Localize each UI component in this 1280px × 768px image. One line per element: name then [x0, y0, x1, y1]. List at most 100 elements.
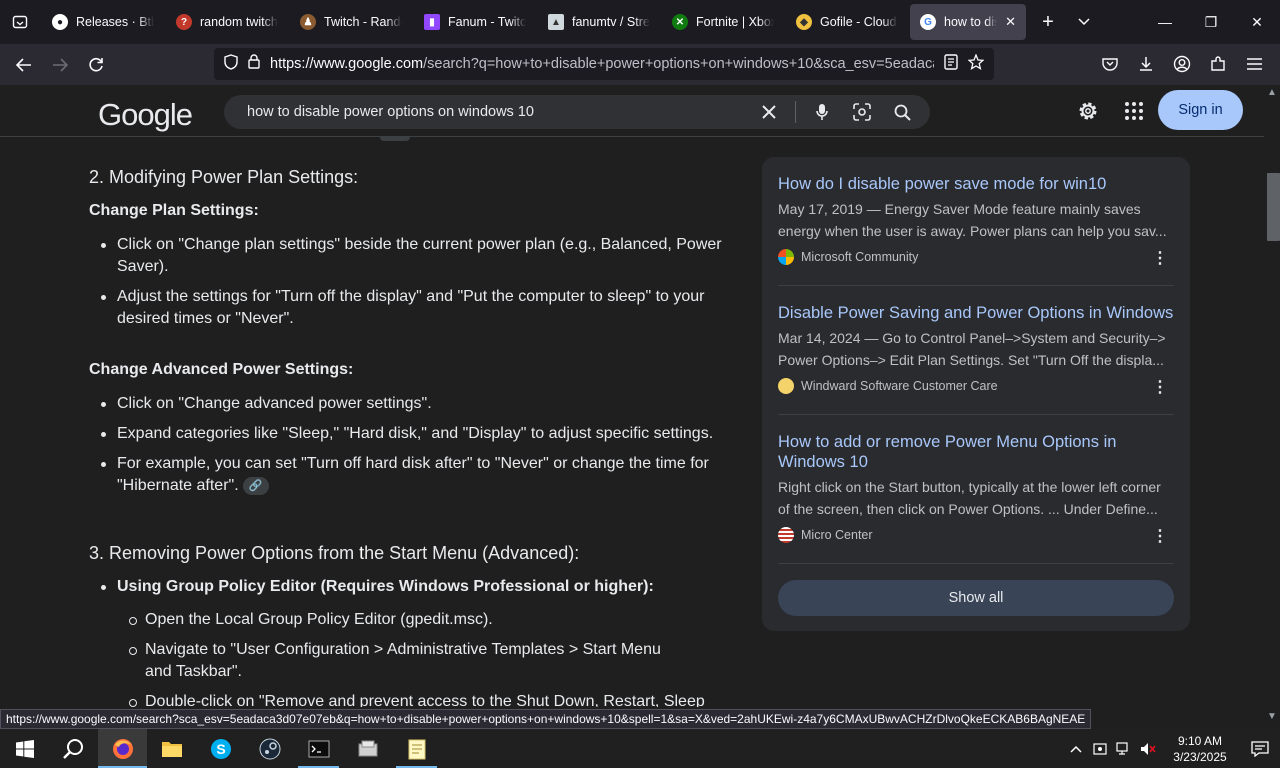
firefox-taskbar-icon[interactable] [98, 729, 147, 768]
minimize-icon[interactable]: — [1142, 0, 1188, 44]
clock-date: 3/23/2025 [1173, 749, 1227, 764]
divider [778, 563, 1174, 564]
github-icon: ● [52, 14, 68, 30]
link-icon[interactable]: 🔗 [242, 476, 269, 495]
address-bar[interactable]: https://www.google.com/search?q=how+to+d… [214, 48, 994, 80]
more-options-icon[interactable]: ⋮ [1152, 248, 1168, 268]
reload-button[interactable] [78, 49, 114, 81]
restore-icon[interactable]: ❐ [1188, 0, 1234, 44]
terminal-icon[interactable] [294, 729, 343, 768]
list-item: Click on "Change plan settings" beside t… [99, 234, 723, 278]
source-title[interactable]: How to add or remove Power Menu Options … [778, 432, 1174, 472]
source-card[interactable]: How do I disable power save mode for win… [778, 174, 1174, 268]
search-submit-icon[interactable] [882, 95, 922, 129]
source-chip-partial[interactable] [380, 137, 410, 141]
forward-button[interactable] [42, 49, 78, 81]
url-text[interactable]: https://www.google.com/search?q=how+to+d… [270, 56, 934, 72]
page-scrollbar[interactable]: ▲ ▼ [1264, 85, 1280, 722]
new-tab-button[interactable]: + [1030, 4, 1066, 40]
nav-bar: https://www.google.com/search?q=how+to+d… [0, 44, 1280, 85]
source-snippet: May 17, 2019 — Energy Saver Mode feature… [778, 201, 1141, 217]
source-site-name: Windward Software Customer Care [801, 379, 998, 393]
plan-settings-list: Click on "Change plan settings" beside t… [99, 234, 723, 338]
search-input[interactable] [247, 104, 747, 120]
xbox-icon: ✕ [672, 14, 688, 30]
app-installer-icon[interactable] [343, 729, 392, 768]
source-site[interactable]: Windward Software Customer Care ⋮ [778, 375, 1174, 397]
notifications-icon[interactable] [1240, 729, 1280, 768]
menu-hamburger-icon[interactable] [1236, 48, 1272, 80]
network-icon[interactable] [1112, 729, 1136, 768]
sign-in-button[interactable]: Sign in [1158, 90, 1243, 130]
meet-now-icon[interactable] [1088, 729, 1112, 768]
skype-icon[interactable]: S [196, 729, 245, 768]
more-options-icon[interactable]: ⋮ [1152, 377, 1168, 397]
source-card[interactable]: How to add or remove Power Menu Options … [778, 432, 1174, 546]
settings-gear-icon[interactable] [1074, 97, 1102, 125]
twitch-icon: ▮ [424, 14, 440, 30]
show-hidden-icons-icon[interactable] [1064, 729, 1088, 768]
search-box [224, 95, 930, 129]
pocket-icon[interactable] [1092, 48, 1128, 80]
scroll-up-icon[interactable]: ▲ [1267, 87, 1277, 98]
google-logo[interactable]: Google [98, 97, 193, 133]
tab-twitch-random[interactable]: ♟ Twitch - Rando [290, 4, 412, 40]
scrollbar-thumb[interactable] [1267, 173, 1280, 241]
start-button[interactable] [0, 729, 49, 768]
scroll-down-icon[interactable]: ▼ [1267, 711, 1277, 722]
shield-icon[interactable] [224, 53, 238, 75]
reader-view-icon[interactable] [944, 53, 958, 75]
source-site[interactable]: Micro Center ⋮ [778, 524, 1174, 546]
list-item: For example, you can set "Turn off hard … [99, 453, 723, 497]
tab-fanum-twitch[interactable]: ▮ Fanum - Twitch [414, 4, 536, 40]
source-snippet: energy when the user is away. Power plan… [778, 223, 1167, 239]
steam-icon[interactable] [245, 729, 294, 768]
source-title[interactable]: Disable Power Saving and Power Options i… [778, 303, 1174, 323]
svg-text:S: S [216, 741, 225, 757]
account-icon[interactable] [1164, 48, 1200, 80]
voice-search-icon[interactable] [802, 95, 842, 129]
close-window-icon[interactable]: ✕ [1234, 0, 1280, 44]
more-options-icon[interactable]: ⋮ [1152, 526, 1168, 546]
tab-fanumtv-stream[interactable]: ▲ fanumtv / Stre [538, 4, 660, 40]
bookmark-star-icon[interactable] [967, 52, 985, 75]
source-snippet: Mar 14, 2024 — Go to Control Panel–>Syst… [778, 330, 1166, 346]
file-explorer-icon[interactable] [147, 729, 196, 768]
google-apps-icon[interactable] [1120, 97, 1148, 125]
tab-random-twitch[interactable]: ? random twitch [166, 4, 288, 40]
url-host: https://www.google.com [270, 56, 424, 72]
downloads-icon[interactable] [1128, 48, 1164, 80]
list-item-text: Expand categories like "Sleep," "Hard di… [117, 425, 714, 442]
tab-releases[interactable]: ● Releases · BtbN [42, 4, 164, 40]
search-taskbar-icon[interactable] [49, 729, 98, 768]
random-site-icon: ? [176, 14, 192, 30]
heading-advanced-settings: Change Advanced Power Settings: [89, 361, 354, 378]
close-tab-icon[interactable]: ✕ [1005, 14, 1016, 30]
source-site[interactable]: Microsoft Community ⋮ [778, 246, 1174, 268]
tab-overview-icon[interactable] [0, 0, 40, 44]
show-all-button[interactable]: Show all [778, 580, 1174, 616]
back-button[interactable] [6, 49, 42, 81]
source-title[interactable]: How do I disable power save mode for win… [778, 174, 1174, 194]
extensions-icon[interactable] [1200, 48, 1236, 80]
list-item: Using Group Policy Editor (Requires Wind… [99, 576, 723, 598]
system-tray: 9:10 AM 3/23/2025 [1064, 729, 1280, 768]
clear-search-icon[interactable] [749, 95, 789, 129]
volume-muted-icon[interactable] [1136, 729, 1160, 768]
list-item-text: Using Group Policy Editor (Requires Wind… [117, 578, 654, 595]
system-clock[interactable]: 9:10 AM 3/23/2025 [1160, 733, 1240, 765]
tab-active-google[interactable]: G how to disable ✕ [910, 4, 1026, 40]
source-snippet: Power Options–> Edit Plan Settings. Set … [778, 352, 1164, 368]
divider [778, 414, 1174, 415]
source-site-name: Micro Center [801, 528, 873, 542]
group-policy-list: Using Group Policy Editor (Requires Wind… [99, 576, 723, 606]
source-card[interactable]: Disable Power Saving and Power Options i… [778, 303, 1174, 397]
tab-gofile[interactable]: ◆ Gofile - Cloud [786, 4, 908, 40]
text-cursor-icon: I [359, 545, 364, 562]
lock-icon[interactable] [248, 54, 260, 74]
list-all-tabs-icon[interactable] [1066, 4, 1102, 40]
lens-search-icon[interactable] [842, 95, 882, 129]
notepad-icon[interactable] [392, 729, 441, 768]
tab-fortnite-xbox[interactable]: ✕ Fortnite | Xbox [662, 4, 784, 40]
list-item: Navigate to "User Configuration > Admini… [127, 639, 687, 683]
